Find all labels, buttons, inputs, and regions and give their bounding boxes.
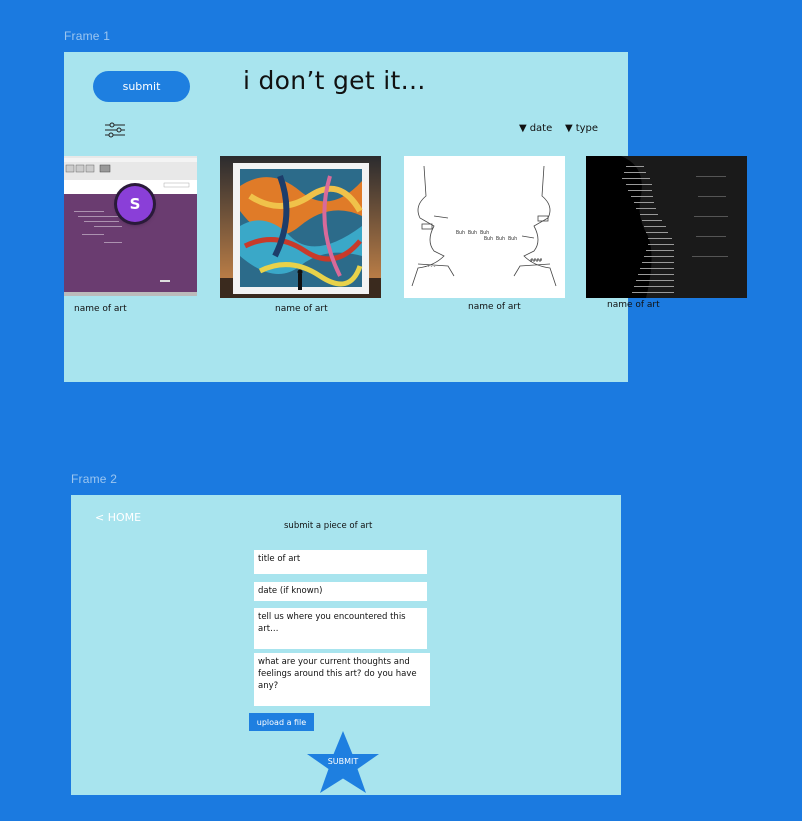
art-caption-1: name of art <box>74 304 127 314</box>
sort-type-dropdown[interactable]: ▼ type <box>565 123 598 134</box>
svg-text:####: #### <box>530 258 542 264</box>
thoughts-field[interactable]: what are your current thoughts and feeli… <box>254 653 430 706</box>
gallery-frame: submit i don’t get it… ▼ date ▼ type S n… <box>64 52 747 382</box>
triangle-down-icon: ▼ <box>519 123 527 134</box>
page-title: i don’t get it… <box>243 66 426 95</box>
sort-type-label: type <box>575 123 599 134</box>
upload-file-button[interactable]: upload a file <box>249 713 314 731</box>
art-thumbnail-2[interactable] <box>220 156 381 298</box>
sort-date-dropdown[interactable]: ▼ date <box>519 123 552 134</box>
date-field[interactable]: date (if known) <box>254 582 427 601</box>
art-thumbnail-1[interactable] <box>64 156 197 296</box>
svg-text:Buh Buh Buh: Buh Buh Buh <box>484 236 517 242</box>
avatar-initial: S <box>129 195 141 213</box>
triangle-down-icon: ▼ <box>565 123 573 134</box>
art-thumbnail-4[interactable] <box>586 156 747 298</box>
encounter-field[interactable]: tell us where you encountered this art… <box>254 608 427 649</box>
form-title: submit a piece of art <box>284 521 373 531</box>
star-submit-button[interactable]: SUBMIT <box>303 731 383 793</box>
art-thumbnail-3[interactable]: Buh Buh Buh Buh Buh Buh #### ---- <box>404 156 565 298</box>
title-field[interactable]: title of art <box>254 550 427 574</box>
home-link[interactable]: < HOME <box>95 511 141 524</box>
sort-date-label: date <box>529 123 553 134</box>
art-caption-2: name of art <box>275 304 328 314</box>
filter-sliders-icon[interactable] <box>104 122 126 138</box>
avatar[interactable]: S <box>117 186 153 222</box>
art-caption-3: name of art <box>468 302 521 312</box>
star-submit-label: SUBMIT <box>327 757 359 766</box>
submit-form-frame: < HOME submit a piece of art title of ar… <box>71 495 621 795</box>
svg-text:----: ---- <box>424 264 436 270</box>
submit-button[interactable]: submit <box>93 71 190 102</box>
art-caption-4: name of art <box>607 300 660 310</box>
frame-2-label: Frame 2 <box>71 472 118 486</box>
frame-1-label: Frame 1 <box>64 29 111 43</box>
